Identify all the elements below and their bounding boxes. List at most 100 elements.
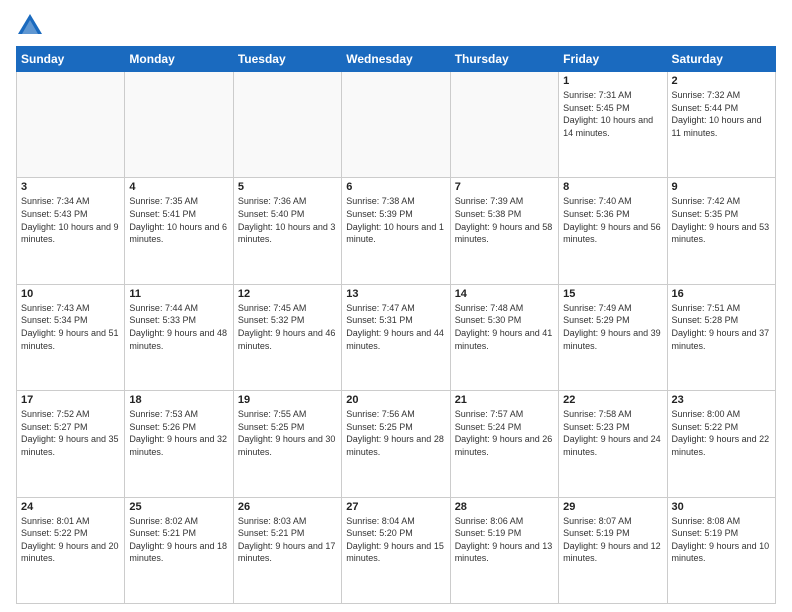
calendar-cell: 14 Sunrise: 7:48 AM Sunset: 5:30 PM Dayli…: [450, 284, 558, 390]
day-number: 18: [129, 394, 228, 406]
weekday-header-thursday: Thursday: [450, 47, 558, 72]
day-info: Sunrise: 7:32 AM Sunset: 5:44 PM Dayligh…: [672, 89, 771, 139]
weekday-header-friday: Friday: [559, 47, 667, 72]
day-info: Sunrise: 7:55 AM Sunset: 5:25 PM Dayligh…: [238, 408, 337, 458]
day-info: Sunrise: 7:52 AM Sunset: 5:27 PM Dayligh…: [21, 408, 120, 458]
day-number: 2: [672, 75, 771, 87]
calendar-cell: 26Sunrise: 8:03 AM Sunset: 5:21 PM Dayli…: [233, 497, 341, 603]
day-info: Sunrise: 7:49 AM Sunset: 5:29 PM Dayligh…: [563, 302, 662, 352]
day-number: 7: [455, 181, 554, 193]
calendar-cell: 25 Sunrise: 8:02 AM Sunset: 5:21 PM Dayli…: [125, 497, 233, 603]
weekday-header-monday: Monday: [125, 47, 233, 72]
calendar-cell: [450, 72, 558, 178]
day-info: Sunrise: 7:45 AM Sunset: 5:32 PM Dayligh…: [238, 302, 337, 352]
calendar-cell: 29Sunrise: 8:07 AM Sunset: 5:19 PM Dayli…: [559, 497, 667, 603]
day-number: 3: [21, 181, 120, 193]
calendar-cell: 19 Sunrise: 7:55 AM Sunset: 5:25 PM Dayli…: [233, 391, 341, 497]
weekday-header-wednesday: Wednesday: [342, 47, 450, 72]
weekday-header-row: SundayMondayTuesdayWednesdayThursdayFrid…: [17, 47, 776, 72]
day-info: Sunrise: 8:02 AM Sunset: 5:21 PM Dayligh…: [129, 515, 228, 565]
header: [16, 12, 776, 40]
day-number: 27: [346, 501, 445, 513]
day-number: 5: [238, 181, 337, 193]
calendar-cell: 15 Sunrise: 7:49 AM Sunset: 5:29 PM Dayli…: [559, 284, 667, 390]
day-info: Sunrise: 8:01 AM Sunset: 5:22 PM Dayligh…: [21, 515, 120, 565]
week-row-1: 1 Sunrise: 7:31 AM Sunset: 5:45 PM Daylig…: [17, 72, 776, 178]
day-number: 11: [129, 288, 228, 300]
calendar-cell: 10Sunrise: 7:43 AM Sunset: 5:34 PM Dayli…: [17, 284, 125, 390]
week-row-2: 3 Sunrise: 7:34 AM Sunset: 5:43 PM Daylig…: [17, 178, 776, 284]
logo: [16, 12, 48, 40]
calendar-cell: 9 Sunrise: 7:42 AM Sunset: 5:35 PM Daylig…: [667, 178, 775, 284]
day-number: 21: [455, 394, 554, 406]
day-number: 25: [129, 501, 228, 513]
day-info: Sunrise: 7:34 AM Sunset: 5:43 PM Dayligh…: [21, 195, 120, 245]
day-info: Sunrise: 8:07 AM Sunset: 5:19 PM Dayligh…: [563, 515, 662, 565]
day-info: Sunrise: 8:08 AM Sunset: 5:19 PM Dayligh…: [672, 515, 771, 565]
calendar-cell: 12 Sunrise: 7:45 AM Sunset: 5:32 PM Dayli…: [233, 284, 341, 390]
day-number: 23: [672, 394, 771, 406]
day-info: Sunrise: 8:06 AM Sunset: 5:19 PM Dayligh…: [455, 515, 554, 565]
calendar-cell: 3 Sunrise: 7:34 AM Sunset: 5:43 PM Daylig…: [17, 178, 125, 284]
day-info: Sunrise: 7:39 AM Sunset: 5:38 PM Dayligh…: [455, 195, 554, 245]
day-info: Sunrise: 7:42 AM Sunset: 5:35 PM Dayligh…: [672, 195, 771, 245]
weekday-header-tuesday: Tuesday: [233, 47, 341, 72]
day-number: 28: [455, 501, 554, 513]
calendar-cell: 24 Sunrise: 8:01 AM Sunset: 5:22 PM Dayli…: [17, 497, 125, 603]
day-number: 26: [238, 501, 337, 513]
day-number: 20: [346, 394, 445, 406]
calendar-cell: 27 Sunrise: 8:04 AM Sunset: 5:20 PM Dayli…: [342, 497, 450, 603]
calendar-cell: 6 Sunrise: 7:38 AM Sunset: 5:39 PM Daylig…: [342, 178, 450, 284]
calendar-cell: 11 Sunrise: 7:44 AM Sunset: 5:33 PM Dayli…: [125, 284, 233, 390]
day-info: Sunrise: 7:35 AM Sunset: 5:41 PM Dayligh…: [129, 195, 228, 245]
day-number: 17: [21, 394, 120, 406]
day-number: 22: [563, 394, 662, 406]
day-number: 9: [672, 181, 771, 193]
day-info: Sunrise: 8:04 AM Sunset: 5:20 PM Dayligh…: [346, 515, 445, 565]
calendar-cell: 23 Sunrise: 8:00 AM Sunset: 5:22 PM Dayli…: [667, 391, 775, 497]
calendar-cell: 28 Sunrise: 8:06 AM Sunset: 5:19 PM Dayli…: [450, 497, 558, 603]
week-row-4: 17 Sunrise: 7:52 AM Sunset: 5:27 PM Dayli…: [17, 391, 776, 497]
calendar-cell: 2 Sunrise: 7:32 AM Sunset: 5:44 PM Daylig…: [667, 72, 775, 178]
day-info: Sunrise: 7:57 AM Sunset: 5:24 PM Dayligh…: [455, 408, 554, 458]
day-number: 24: [21, 501, 120, 513]
day-number: 15: [563, 288, 662, 300]
weekday-header-sunday: Sunday: [17, 47, 125, 72]
week-row-3: 10Sunrise: 7:43 AM Sunset: 5:34 PM Dayli…: [17, 284, 776, 390]
calendar-cell: 20Sunrise: 7:56 AM Sunset: 5:25 PM Dayli…: [342, 391, 450, 497]
calendar-cell: [17, 72, 125, 178]
day-number: 14: [455, 288, 554, 300]
day-number: 8: [563, 181, 662, 193]
day-number: 13: [346, 288, 445, 300]
day-info: Sunrise: 7:48 AM Sunset: 5:30 PM Dayligh…: [455, 302, 554, 352]
calendar-cell: 1 Sunrise: 7:31 AM Sunset: 5:45 PM Daylig…: [559, 72, 667, 178]
day-info: Sunrise: 7:38 AM Sunset: 5:39 PM Dayligh…: [346, 195, 445, 245]
calendar-cell: 7 Sunrise: 7:39 AM Sunset: 5:38 PM Daylig…: [450, 178, 558, 284]
calendar-cell: 8Sunrise: 7:40 AM Sunset: 5:36 PM Daylig…: [559, 178, 667, 284]
calendar-cell: 16Sunrise: 7:51 AM Sunset: 5:28 PM Dayli…: [667, 284, 775, 390]
calendar-cell: 30Sunrise: 8:08 AM Sunset: 5:19 PM Dayli…: [667, 497, 775, 603]
calendar-cell: [125, 72, 233, 178]
calendar-cell: 18Sunrise: 7:53 AM Sunset: 5:26 PM Dayli…: [125, 391, 233, 497]
day-info: Sunrise: 7:44 AM Sunset: 5:33 PM Dayligh…: [129, 302, 228, 352]
calendar-cell: 17 Sunrise: 7:52 AM Sunset: 5:27 PM Dayli…: [17, 391, 125, 497]
day-info: Sunrise: 7:36 AM Sunset: 5:40 PM Dayligh…: [238, 195, 337, 245]
calendar-cell: 13 Sunrise: 7:47 AM Sunset: 5:31 PM Dayli…: [342, 284, 450, 390]
calendar-cell: 4 Sunrise: 7:35 AM Sunset: 5:41 PM Daylig…: [125, 178, 233, 284]
calendar-cell: 5 Sunrise: 7:36 AM Sunset: 5:40 PM Daylig…: [233, 178, 341, 284]
weekday-header-saturday: Saturday: [667, 47, 775, 72]
page: SundayMondayTuesdayWednesdayThursdayFrid…: [0, 0, 792, 612]
day-info: Sunrise: 7:43 AM Sunset: 5:34 PM Dayligh…: [21, 302, 120, 352]
day-info: Sunrise: 8:00 AM Sunset: 5:22 PM Dayligh…: [672, 408, 771, 458]
week-row-5: 24 Sunrise: 8:01 AM Sunset: 5:22 PM Dayli…: [17, 497, 776, 603]
day-number: 12: [238, 288, 337, 300]
day-number: 6: [346, 181, 445, 193]
day-info: Sunrise: 7:31 AM Sunset: 5:45 PM Dayligh…: [563, 89, 662, 139]
calendar-cell: 22Sunrise: 7:58 AM Sunset: 5:23 PM Dayli…: [559, 391, 667, 497]
day-info: Sunrise: 7:51 AM Sunset: 5:28 PM Dayligh…: [672, 302, 771, 352]
day-number: 19: [238, 394, 337, 406]
logo-icon: [16, 12, 44, 40]
day-number: 1: [563, 75, 662, 87]
day-number: 4: [129, 181, 228, 193]
day-info: Sunrise: 7:47 AM Sunset: 5:31 PM Dayligh…: [346, 302, 445, 352]
